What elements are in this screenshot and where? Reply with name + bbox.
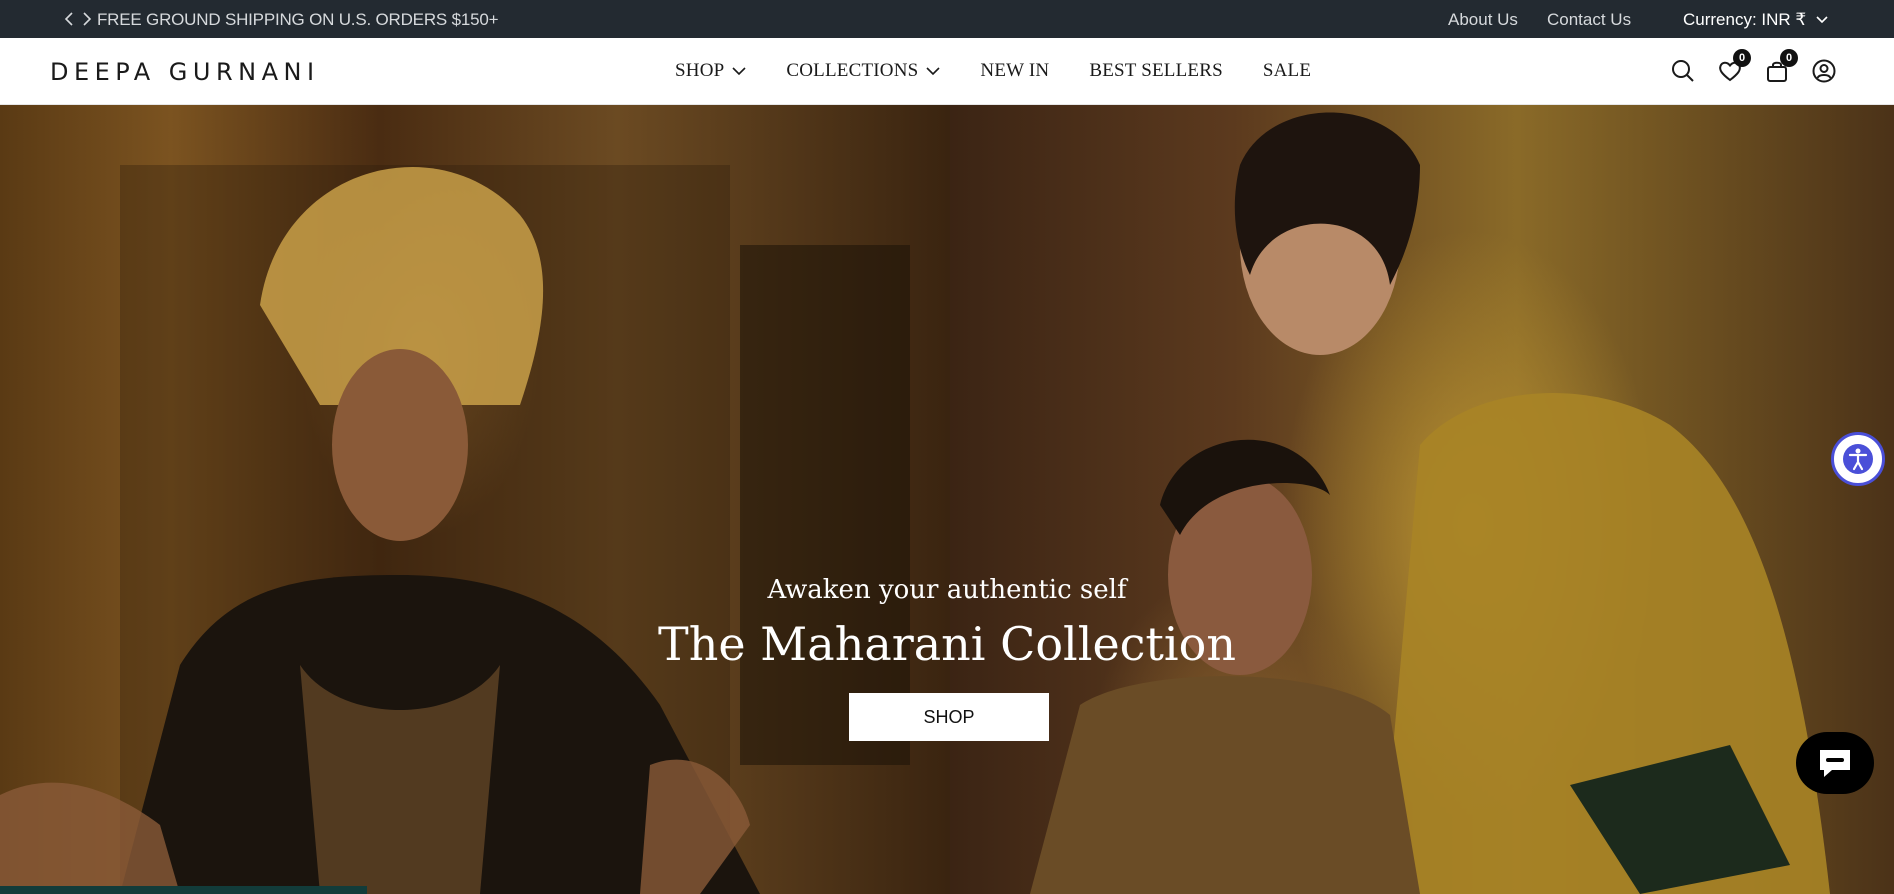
about-us-link[interactable]: About Us: [1448, 10, 1518, 30]
currency-label: Currency: INR ₹: [1683, 10, 1807, 29]
announcement-bar: FREE GROUND SHIPPING ON U.S. ORDERS $150…: [0, 0, 1894, 38]
nav-item-sale[interactable]: SALE: [1263, 60, 1311, 82]
wishlist-button[interactable]: 0: [1717, 49, 1751, 84]
chevron-down-icon: [1816, 16, 1828, 24]
chevron-down-icon: [732, 66, 746, 75]
model-portrait-right: [1030, 112, 1830, 894]
nav-label: COLLECTIONS: [786, 60, 919, 81]
cart-button[interactable]: 0: [1764, 49, 1798, 84]
nav-item-shop[interactable]: SHOP: [675, 60, 746, 82]
contact-us-link[interactable]: Contact Us: [1547, 10, 1631, 30]
chevron-left-icon[interactable]: [62, 9, 76, 29]
bottom-strip: [0, 886, 367, 894]
hero-shop-button[interactable]: SHOP: [849, 693, 1049, 741]
chat-button[interactable]: [1796, 732, 1874, 794]
wishlist-count-badge: 0: [1733, 49, 1751, 67]
nav-label: SHOP: [675, 60, 725, 81]
hero-title: The Maharani Collection: [658, 617, 1236, 671]
chat-bubble-icon: [1820, 750, 1850, 777]
header-icons: 0 0: [1670, 49, 1837, 84]
cart-count-badge: 0: [1780, 49, 1798, 67]
accessibility-icon: [1843, 444, 1873, 474]
accessibility-button[interactable]: [1831, 432, 1885, 486]
announcement-text: FREE GROUND SHIPPING ON U.S. ORDERS $150…: [97, 10, 499, 29]
nav-label: SALE: [1262, 60, 1312, 81]
hero-banner[interactable]: Awaken your authentic self The Maharani …: [0, 105, 1894, 894]
hero-image-left: [0, 105, 950, 894]
nav-item-best-sellers[interactable]: BEST SELLERS: [1089, 60, 1223, 82]
nav-label: NEW IN: [980, 60, 1050, 81]
nav-item-new-in[interactable]: NEW IN: [980, 60, 1049, 82]
model-portrait-left: [0, 165, 910, 894]
search-icon[interactable]: [1670, 58, 1696, 84]
hero-subtitle: Awaken your authentic self: [767, 575, 1127, 605]
account-user-icon[interactable]: [1811, 58, 1837, 84]
nav-label: BEST SELLERS: [1089, 60, 1223, 81]
hero-image-right: [950, 105, 1894, 894]
currency-selector[interactable]: Currency: INR ₹: [1683, 10, 1828, 30]
brand-logo[interactable]: DEEPA GURNANI: [50, 58, 320, 86]
chevron-right-icon[interactable]: [80, 9, 94, 29]
nav-item-collections[interactable]: COLLECTIONS: [786, 60, 940, 82]
chevron-down-icon: [926, 66, 940, 75]
site-header: DEEPA GURNANI SHOP COLLECTIONS NEW IN BE…: [0, 38, 1894, 105]
announcement-arrows: [62, 9, 94, 29]
main-nav: SHOP COLLECTIONS NEW IN BEST SELLERS SAL…: [675, 60, 1351, 82]
